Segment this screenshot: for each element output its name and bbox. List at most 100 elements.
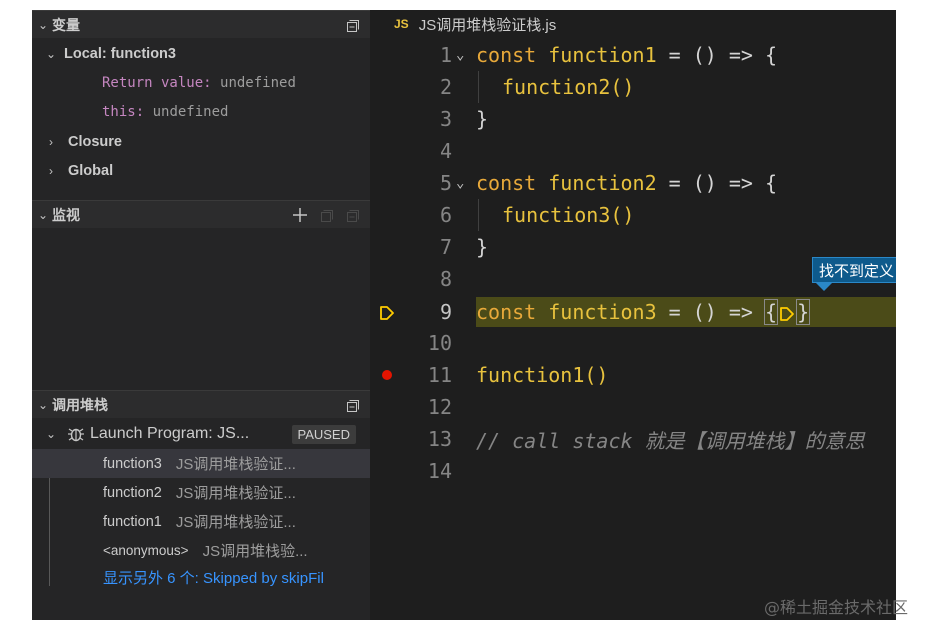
line-number: 4 [439,139,452,163]
local-scope-label: Local: function3 [64,46,176,62]
function-name: function2 [548,171,657,195]
function-call: function2() [502,75,635,99]
inline-breakpoint-icon[interactable] [777,304,797,324]
line-number: 12 [427,395,452,419]
chevron-down-icon: ⌄ [45,47,57,61]
watermark: @稀土掘金技术社区 [764,598,909,617]
closure-scope-row[interactable]: › Closure [32,128,370,156]
function-name: function3 [548,300,657,324]
code-line[interactable]: 11 function1() [370,359,896,391]
code-editor[interactable]: JS JS调用堆栈验证栈.js 1 ⌄ const function1 = ()… [370,10,896,620]
code-line-current[interactable]: 9 const function3 = () => {} [370,296,896,328]
debug-session-label: Launch Program: JS... [90,425,250,442]
variables-title: 变量 [52,16,80,33]
stack-frame-file: JS调用堆栈验... [202,543,308,560]
call-stack-title: 调用堆栈 [52,396,108,413]
global-label: Global [68,163,114,179]
collapse-all-icon[interactable] [344,397,360,413]
collapse-all-icon[interactable] [344,17,360,33]
stack-frame-row[interactable]: function1 JS调用堆栈验证... [32,507,370,536]
code-line[interactable]: 6 function3() [370,199,896,231]
line-number: 3 [439,107,452,131]
code-comment: // call stack 就是【调用堆栈】的意思 [476,428,865,453]
indent-guide [478,199,479,231]
code-text: } [476,107,489,131]
variable-key: Return value: [102,75,212,91]
debug-sidebar: ⌄ 变量 ⌄ Local: function3 Return value: un… [32,10,370,620]
watch-section-header[interactable]: ⌄ 监视 [32,200,370,228]
chevron-down-icon: ⌄ [37,207,49,222]
tooltip-pointer [816,283,832,291]
variables-section-header[interactable]: ⌄ 变量 [32,10,370,38]
editor-file-title[interactable]: JS JS调用堆栈验证栈.js [370,10,896,38]
code-text: } [476,235,489,259]
stack-frame-file: JS调用堆栈验证... [175,485,296,502]
fold-chevron-icon[interactable]: ⌄ [456,175,464,191]
code-line[interactable]: 1 ⌄ const function1 = () => { [370,39,896,71]
keyword: const [476,43,537,67]
file-name: JS调用堆栈验证栈.js [418,16,557,34]
code-line[interactable]: 14 [370,455,896,487]
global-scope-row[interactable]: › Global [32,157,370,185]
refresh-icon[interactable] [318,207,334,223]
line-number: 7 [439,235,452,259]
closure-label: Closure [68,134,122,150]
keyword: const [476,171,537,195]
line-number: 11 [427,363,452,387]
line-number: 6 [439,203,452,227]
code-text: = () => { [656,43,778,67]
stack-frame-row[interactable]: function3 JS调用堆栈验证... [32,449,370,478]
vscode-debug-window: ⌄ 变量 ⌄ Local: function3 Return value: un… [32,10,896,620]
variable-row[interactable]: Return value: undefined [32,69,370,97]
code-line[interactable]: 13 // call stack 就是【调用堆栈】的意思 [370,423,896,455]
line-number: 13 [427,427,452,451]
chevron-down-icon: ⌄ [37,397,49,412]
function-name: function1 [548,43,657,67]
line-number: 8 [439,267,452,291]
stack-frame-function: function1 [103,513,162,530]
line-number: 1 [439,43,452,67]
line-number: 14 [427,459,452,483]
stack-frame-row[interactable]: function2 JS调用堆栈验证... [32,478,370,507]
code-line[interactable]: 12 [370,391,896,423]
stack-frame-file: JS调用堆栈验证... [175,514,296,531]
show-more-frames-link[interactable]: 显示另外 6 个: Skipped by skipFil [32,563,370,592]
local-scope-row[interactable]: ⌄ Local: function3 [32,40,370,68]
chevron-right-icon: › [49,135,53,149]
line-number: 2 [439,75,452,99]
watch-title: 监视 [52,206,80,223]
hover-tooltip: 找不到定义 [812,257,896,283]
line-number: 5 [439,171,452,195]
chevron-down-icon: ⌄ [37,17,49,32]
collapse-all-icon[interactable] [344,207,360,223]
code-text: = () => { [656,171,778,195]
debug-session-row[interactable]: ⌄ Launch Program: JS... PAUSED [32,420,370,448]
keyword: const [476,300,537,324]
code-line[interactable]: 4 [370,135,896,167]
variable-value: undefined [220,75,296,91]
js-file-icon: JS [394,17,409,31]
stack-frame-function: <anonymous> [103,543,189,558]
code-line[interactable]: 2 function2() [370,71,896,103]
stack-frame-function: function2 [103,484,162,501]
stack-frame-function: function3 [103,455,162,472]
call-stack-section-header[interactable]: ⌄ 调用堆栈 [32,390,370,418]
chevron-right-icon: › [49,164,53,178]
variable-row[interactable]: this: undefined [32,98,370,126]
add-expression-icon[interactable] [292,207,308,223]
execution-pointer-icon [378,303,396,321]
code-text: = () => [656,300,766,324]
code-line[interactable]: 10 [370,327,896,359]
breakpoint-icon[interactable] [382,370,392,380]
code-line[interactable]: 3 } [370,103,896,135]
line-number: 9 [439,300,452,324]
stack-frame-row[interactable]: <anonymous> JS调用堆栈验... [32,536,370,565]
skipped-frames-label: 显示另外 6 个: Skipped by skipFil [103,570,324,587]
code-line[interactable]: 5 ⌄ const function2 = () => { [370,167,896,199]
open-brace: { [764,299,779,325]
stack-frame-file: JS调用堆栈验证... [175,456,296,473]
variable-value: undefined [152,104,229,120]
fold-chevron-icon[interactable]: ⌄ [456,47,464,63]
chevron-down-icon: ⌄ [45,427,57,441]
bug-icon [66,424,90,444]
